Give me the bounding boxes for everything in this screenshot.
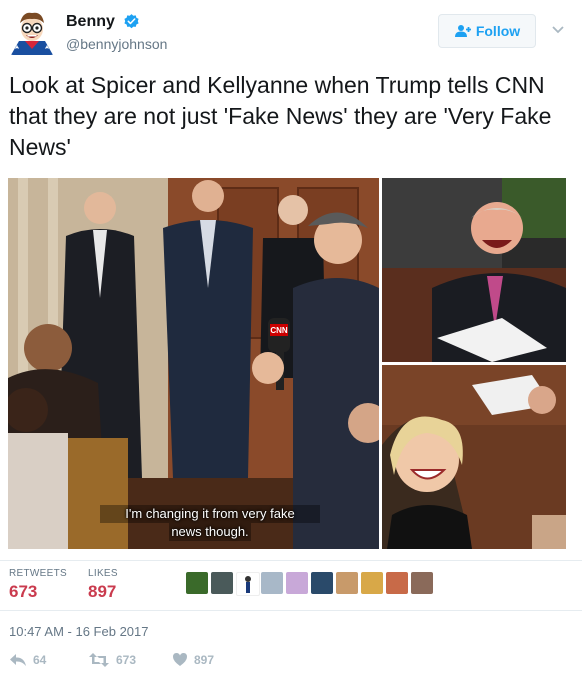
- liker-avatar[interactable]: [186, 572, 208, 594]
- likes-count[interactable]: 897: [88, 582, 116, 602]
- retweet-button[interactable]: 673: [88, 652, 136, 668]
- like-count: 897: [194, 652, 215, 667]
- likes-label[interactable]: LIKES: [88, 568, 118, 579]
- kellyanne-image: [382, 365, 566, 549]
- mic-cnn-logo: CNN: [270, 326, 288, 335]
- tweet-timestamp[interactable]: 10:47 AM - 16 Feb 2017: [9, 624, 148, 639]
- media-grid[interactable]: CNN I'm changing it from very fake news …: [8, 178, 566, 549]
- photo-press-room[interactable]: CNN I'm changing it from very fake news …: [8, 178, 379, 549]
- display-name[interactable]: Benny: [66, 13, 115, 31]
- liker-avatar[interactable]: [286, 572, 308, 594]
- reply-icon: [10, 654, 26, 666]
- liker-avatar[interactable]: [261, 572, 283, 594]
- retweet-count: 673: [116, 653, 137, 667]
- chevron-down-icon[interactable]: [552, 25, 564, 35]
- heart-icon: [173, 653, 187, 666]
- liker-avatar[interactable]: [336, 572, 358, 594]
- liker-figure-icon: [245, 576, 251, 593]
- divider-top: [0, 560, 582, 561]
- retweets-count[interactable]: 673: [9, 582, 37, 602]
- caption-line-2: news though.: [169, 523, 251, 541]
- spicer-image: [382, 178, 566, 362]
- photo-kellyanne[interactable]: [382, 365, 566, 549]
- retweet-icon: [89, 653, 109, 667]
- liker-avatar[interactable]: [386, 572, 408, 594]
- reply-button[interactable]: 64: [9, 652, 46, 668]
- video-caption: I'm changing it from very fake news thou…: [100, 505, 320, 541]
- photo-spicer[interactable]: [382, 178, 566, 362]
- divider-bottom: [0, 610, 582, 611]
- liker-avatar[interactable]: [211, 572, 233, 594]
- like-button[interactable]: 897: [172, 652, 214, 667]
- caption-line-1: I'm changing it from very fake: [100, 505, 320, 523]
- liker-avatar[interactable]: [411, 572, 433, 594]
- add-user-icon: [454, 25, 471, 37]
- user-handle[interactable]: @bennyjohnson: [66, 36, 167, 52]
- follow-button[interactable]: Follow: [438, 14, 536, 48]
- liker-avatar[interactable]: [236, 572, 260, 596]
- tweet-actions: 64 673 897: [0, 652, 582, 674]
- retweets-label[interactable]: RETWEETS: [9, 568, 67, 579]
- press-room-image: CNN: [8, 178, 379, 549]
- avatar[interactable]: [9, 9, 55, 55]
- verified-badge-icon: [124, 14, 139, 29]
- tweet-text: Look at Spicer and Kellyanne when Trump …: [9, 72, 552, 160]
- avatar-illustration: [9, 9, 55, 55]
- reply-count: 64: [33, 653, 47, 667]
- liker-avatar[interactable]: [311, 572, 333, 594]
- follow-label: Follow: [475, 23, 521, 39]
- liker-avatar[interactable]: [361, 572, 383, 594]
